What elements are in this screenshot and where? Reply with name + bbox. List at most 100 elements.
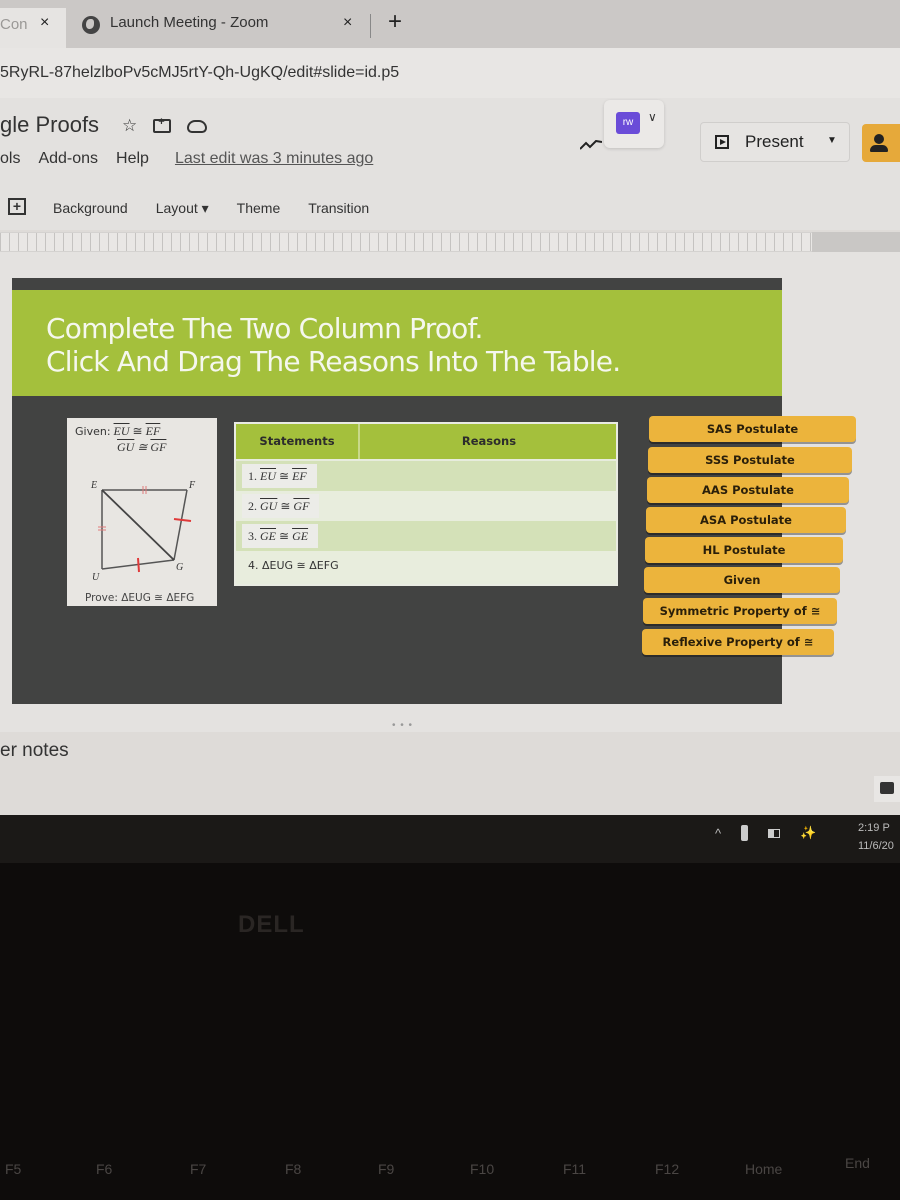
- table-row: 4. ΔEUG ≅ ΔEFG: [236, 551, 616, 581]
- given-line-1: Given: EU ≅ EF: [75, 424, 160, 439]
- usb-drive-icon[interactable]: [741, 825, 749, 841]
- segment: GE: [260, 529, 276, 543]
- given-label: Given:: [75, 425, 111, 438]
- clock-date: 11/6/20: [858, 840, 894, 852]
- close-tab-icon[interactable]: ×: [40, 14, 49, 32]
- segment: GF: [293, 499, 310, 513]
- browser-tab-active[interactable]: Launch Meeting - Zoom ×: [70, 8, 370, 48]
- key-f7[interactable]: F7: [190, 1161, 206, 1177]
- function-key-row: F5 F6 F7 F8 F9 F10 F11 F12 Home End: [0, 1151, 900, 1200]
- reason-tile-hl[interactable]: HL Postulate: [645, 537, 843, 563]
- add-comment-icon[interactable]: +: [8, 198, 26, 215]
- reason-drop-zone[interactable]: [366, 494, 610, 518]
- ruler-margin: [812, 232, 900, 252]
- point-label: U: [92, 572, 100, 583]
- screen: Con × Launch Meeting - Zoom × + 5RyRL-87…: [0, 0, 900, 815]
- reason-tile-aas[interactable]: AAS Postulate: [647, 477, 849, 503]
- dell-logo: DELL: [238, 911, 305, 938]
- key-end[interactable]: End: [845, 1155, 870, 1171]
- chevron-down-icon: ∨: [648, 110, 657, 124]
- move-to-folder-icon[interactable]: [153, 116, 172, 133]
- key-f12[interactable]: F12: [655, 1161, 679, 1177]
- url-text[interactable]: 5RyRL-87helzlboPv5cMJ5rtY-Qh-UgKQ/edit#s…: [0, 64, 399, 82]
- horizontal-ruler[interactable]: [0, 232, 812, 252]
- reason-tile-sss[interactable]: SSS Postulate: [648, 447, 852, 473]
- cloud-saved-icon[interactable]: [187, 120, 208, 133]
- wifi-icon[interactable]: ✨: [800, 825, 816, 841]
- reason-drop-zone[interactable]: [366, 554, 610, 578]
- quadrilateral-diagram: E F G U: [90, 480, 196, 583]
- congruent-symbol: ≅: [137, 440, 148, 454]
- windows-taskbar: ^ ✨ 2:19 P 11/6/20: [0, 815, 900, 863]
- key-f9[interactable]: F9: [378, 1161, 394, 1177]
- segment: GF: [150, 440, 167, 454]
- key-f5[interactable]: F5: [5, 1161, 21, 1177]
- segment: GU: [117, 440, 135, 454]
- point-label: E: [90, 480, 97, 491]
- puzzle-addon-icon: rw: [616, 112, 640, 134]
- notes-resize-handle[interactable]: • • •: [392, 720, 413, 731]
- present-options-caret-icon[interactable]: ▼: [827, 135, 837, 146]
- star-icon[interactable]: ☆: [122, 116, 137, 136]
- layout-button[interactable]: Layout ▾: [156, 200, 237, 217]
- transition-button[interactable]: Transition: [308, 200, 397, 217]
- key-f8[interactable]: F8: [285, 1161, 301, 1177]
- tray-expand-icon[interactable]: ^: [715, 826, 721, 841]
- toolbar-items: Background Layout ▾ Theme Transition: [53, 200, 397, 217]
- battery-icon[interactable]: [768, 828, 781, 838]
- addon-menu-button[interactable]: rw ∨: [604, 100, 664, 148]
- congruent-symbol: ≅: [280, 499, 291, 513]
- slide[interactable]: Complete The Two Column Proof. Click And…: [12, 278, 856, 704]
- table-row: 2. GU ≅ GF: [236, 491, 616, 521]
- segment-EG: [101, 489, 175, 561]
- given-diagram-card: Given: EU ≅ EF GU ≅ GF E F G U Prove: ΔE…: [67, 418, 217, 606]
- menu-tools[interactable]: ols: [0, 150, 20, 168]
- segment: EU: [260, 469, 276, 483]
- segment: EF: [292, 469, 307, 483]
- reason-drop-zone[interactable]: [366, 464, 610, 488]
- table-row: 1. EU ≅ EF: [236, 461, 616, 491]
- statement-number: 3.: [248, 529, 257, 543]
- last-edit-link[interactable]: Last edit was 3 minutes ago: [175, 150, 373, 168]
- segment: EF: [145, 424, 161, 438]
- tab-title: Con: [0, 16, 28, 33]
- present-button[interactable]: Present ▼: [700, 122, 850, 162]
- reason-tile-symmetric[interactable]: Symmetric Property of ≅: [643, 598, 837, 624]
- speaker-notes-label[interactable]: er notes: [0, 740, 69, 762]
- segment-FG: [173, 489, 188, 561]
- reason-tile-sas[interactable]: SAS Postulate: [649, 416, 856, 442]
- close-tab-icon[interactable]: ×: [343, 14, 352, 32]
- explore-icon[interactable]: [874, 776, 900, 802]
- reason-tile-reflexive[interactable]: Reflexive Property of ≅: [642, 629, 834, 655]
- congruent-symbol: ≅: [279, 529, 290, 543]
- share-button[interactable]: [862, 124, 900, 162]
- theme-button[interactable]: Theme: [237, 200, 309, 217]
- given-line-2: GU ≅ GF: [117, 440, 166, 455]
- reason-drop-zone[interactable]: [366, 524, 610, 548]
- activity-trend-icon[interactable]: [580, 140, 602, 150]
- clock-time: 2:19 P: [858, 822, 890, 834]
- reason-tile-asa[interactable]: ASA Postulate: [646, 507, 846, 533]
- document-title[interactable]: gle Proofs: [0, 112, 99, 138]
- menu-help[interactable]: Help: [116, 150, 149, 168]
- laptop-bezel: DELL F5 F6 F7 F8 F9 F10 F11 F12 Home End: [0, 863, 900, 1200]
- statement-cell: 4. ΔEUG ≅ ΔEFG: [242, 554, 349, 578]
- new-tab-button[interactable]: +: [388, 8, 402, 36]
- reason-tile-given[interactable]: Given: [644, 567, 840, 593]
- play-icon: [715, 135, 729, 149]
- key-home[interactable]: Home: [745, 1161, 782, 1177]
- key-f11[interactable]: F11: [563, 1161, 586, 1177]
- browser-tab[interactable]: Con ×: [0, 8, 66, 48]
- present-label: Present: [745, 132, 804, 151]
- system-clock[interactable]: 2:19 P 11/6/20: [858, 819, 894, 855]
- globe-icon: [82, 16, 100, 34]
- menu-addons[interactable]: Add-ons: [38, 150, 98, 168]
- slide-heading: Complete The Two Column Proof. Click And…: [46, 312, 621, 378]
- key-f10[interactable]: F10: [470, 1161, 494, 1177]
- point-label: G: [176, 562, 183, 573]
- address-bar[interactable]: 5RyRL-87helzlboPv5cMJ5rtY-Qh-UgKQ/edit#s…: [0, 48, 900, 98]
- table-row: 3. GE ≅ GE: [236, 521, 616, 551]
- background-button[interactable]: Background: [53, 200, 156, 217]
- key-f6[interactable]: F6: [96, 1161, 112, 1177]
- menu-bar: ols Add-ons Help Last edit was 3 minutes…: [0, 150, 373, 168]
